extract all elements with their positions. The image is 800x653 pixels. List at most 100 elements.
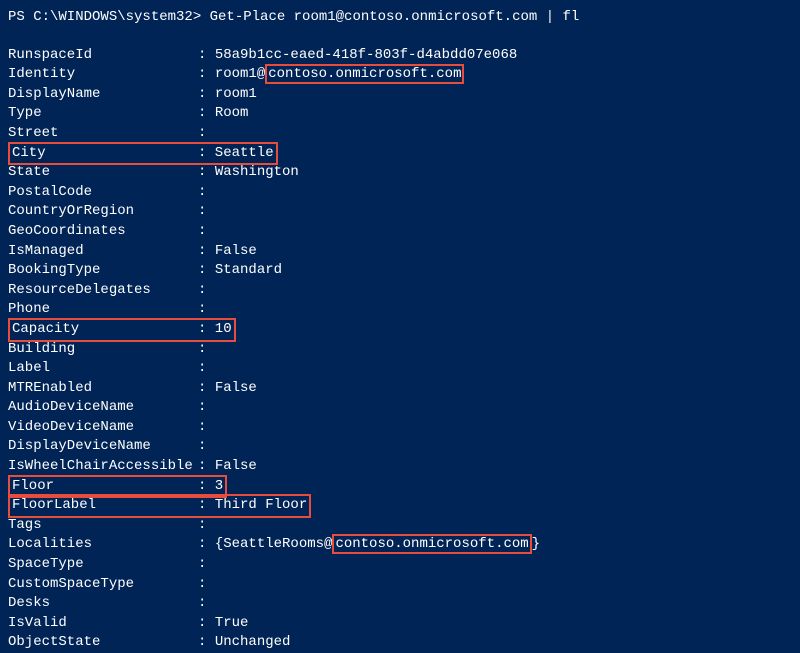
colon-separator: : <box>198 340 215 360</box>
property-value: False <box>215 379 257 399</box>
property-row: CustomSpaceType: <box>8 575 792 595</box>
property-value-prefix: {SeattleRooms@ <box>215 536 333 552</box>
property-key: RunspaceId <box>8 46 198 66</box>
property-key: AudioDeviceName <box>8 398 198 418</box>
colon-separator: : <box>198 242 215 262</box>
property-key: DisplayName <box>8 85 198 105</box>
property-key: DisplayDeviceName <box>8 437 198 457</box>
highlight-box: Capacity: 10 <box>8 318 236 342</box>
property-row: PostalCode: <box>8 183 792 203</box>
highlight-box: contoso.onmicrosoft.com <box>265 64 464 84</box>
property-key: Type <box>8 104 198 124</box>
colon-separator: : <box>198 104 215 124</box>
property-row: DisplayName: room1 <box>8 85 792 105</box>
property-row: CountryOrRegion: <box>8 202 792 222</box>
property-key: Label <box>8 359 198 379</box>
property-key: ObjectState <box>8 633 198 653</box>
property-key: IsValid <box>8 614 198 634</box>
property-value: Washington <box>215 163 299 183</box>
colon-separator: : <box>198 594 215 614</box>
colon-separator: : <box>198 614 215 634</box>
colon-separator: : <box>198 183 215 203</box>
property-row: MTREnabled: False <box>8 379 792 399</box>
property-key: Building <box>8 340 198 360</box>
property-row: VideoDeviceName: <box>8 418 792 438</box>
property-key: BookingType <box>8 261 198 281</box>
colon-separator: : <box>198 222 215 242</box>
property-row: Type: Room <box>8 104 792 124</box>
property-row: AudioDeviceName: <box>8 398 792 418</box>
property-value: 58a9b1cc-eaed-418f-803f-d4abdd07e068 <box>215 46 517 66</box>
property-row: State: Washington <box>8 163 792 183</box>
property-key: ResourceDelegates <box>8 281 198 301</box>
property-key: PostalCode <box>8 183 198 203</box>
property-value: Standard <box>215 261 282 281</box>
property-row: City: Seattle <box>8 144 792 164</box>
property-key: FloorLabel <box>12 496 198 516</box>
colon-separator: : <box>198 516 215 536</box>
colon-separator: : <box>198 202 215 222</box>
property-key: City <box>12 144 198 164</box>
colon-separator: : <box>198 555 215 575</box>
property-key: State <box>8 163 198 183</box>
property-value: True <box>215 614 249 634</box>
property-key: CustomSpaceType <box>8 575 198 595</box>
property-row: FloorLabel: Third Floor <box>8 496 792 516</box>
property-key: SpaceType <box>8 555 198 575</box>
property-value: : Seattle <box>198 145 274 161</box>
colon-separator: : <box>198 418 215 438</box>
property-row: Capacity: 10 <box>8 320 792 340</box>
property-value-prefix: room1@ <box>215 66 265 82</box>
property-key: Capacity <box>12 320 198 340</box>
highlight-box: FloorLabel: Third Floor <box>8 494 311 518</box>
colon-separator: : <box>198 359 215 379</box>
property-row: Desks: <box>8 594 792 614</box>
colon-separator: : <box>198 85 215 105</box>
property-row: Building: <box>8 340 792 360</box>
property-key: Localities <box>8 535 198 555</box>
property-row: IsManaged: False <box>8 242 792 262</box>
colon-separator: : <box>198 261 215 281</box>
output-block: RunspaceId: 58a9b1cc-eaed-418f-803f-d4ab… <box>8 46 792 653</box>
property-row: RunspaceId: 58a9b1cc-eaed-418f-803f-d4ab… <box>8 46 792 66</box>
property-value: : 3 <box>198 478 223 494</box>
property-key: Tags <box>8 516 198 536</box>
property-key: CountryOrRegion <box>8 202 198 222</box>
property-row: ResourceDelegates: <box>8 281 792 301</box>
colon-separator: : <box>198 46 215 66</box>
command-prompt[interactable]: PS C:\WINDOWS\system32> Get-Place room1@… <box>8 8 792 28</box>
property-row: ObjectState: Unchanged <box>8 633 792 653</box>
property-value: Unchanged <box>215 633 291 653</box>
property-key: VideoDeviceName <box>8 418 198 438</box>
property-value: Room <box>215 104 249 124</box>
colon-separator: : <box>198 575 215 595</box>
highlight-box: City: Seattle <box>8 142 278 166</box>
property-key: Desks <box>8 594 198 614</box>
colon-separator: : <box>198 437 215 457</box>
property-value: : 10 <box>198 321 232 337</box>
property-row: Identity: room1@contoso.onmicrosoft.com <box>8 65 792 85</box>
property-row: Label: <box>8 359 792 379</box>
property-key: Identity <box>8 65 198 85</box>
property-key: MTREnabled <box>8 379 198 399</box>
highlight-box: contoso.onmicrosoft.com <box>332 534 531 554</box>
colon-separator: : <box>198 633 215 653</box>
colon-separator: : <box>198 163 215 183</box>
property-row: DisplayDeviceName: <box>8 437 792 457</box>
property-value: room1 <box>215 85 257 105</box>
property-row: Tags: <box>8 516 792 536</box>
colon-separator: : <box>198 281 215 301</box>
property-value-suffix: } <box>532 536 540 552</box>
property-key: IsManaged <box>8 242 198 262</box>
colon-separator: : <box>198 535 215 555</box>
colon-separator: : <box>198 65 215 85</box>
colon-separator: : <box>198 379 215 399</box>
property-row: Localities: {SeattleRooms@contoso.onmicr… <box>8 535 792 555</box>
colon-separator: : <box>198 398 215 418</box>
property-row: SpaceType: <box>8 555 792 575</box>
property-row: BookingType: Standard <box>8 261 792 281</box>
property-value: False <box>215 242 257 262</box>
property-value: : Third Floor <box>198 497 307 513</box>
property-row: GeoCoordinates: <box>8 222 792 242</box>
property-row: IsValid: True <box>8 614 792 634</box>
